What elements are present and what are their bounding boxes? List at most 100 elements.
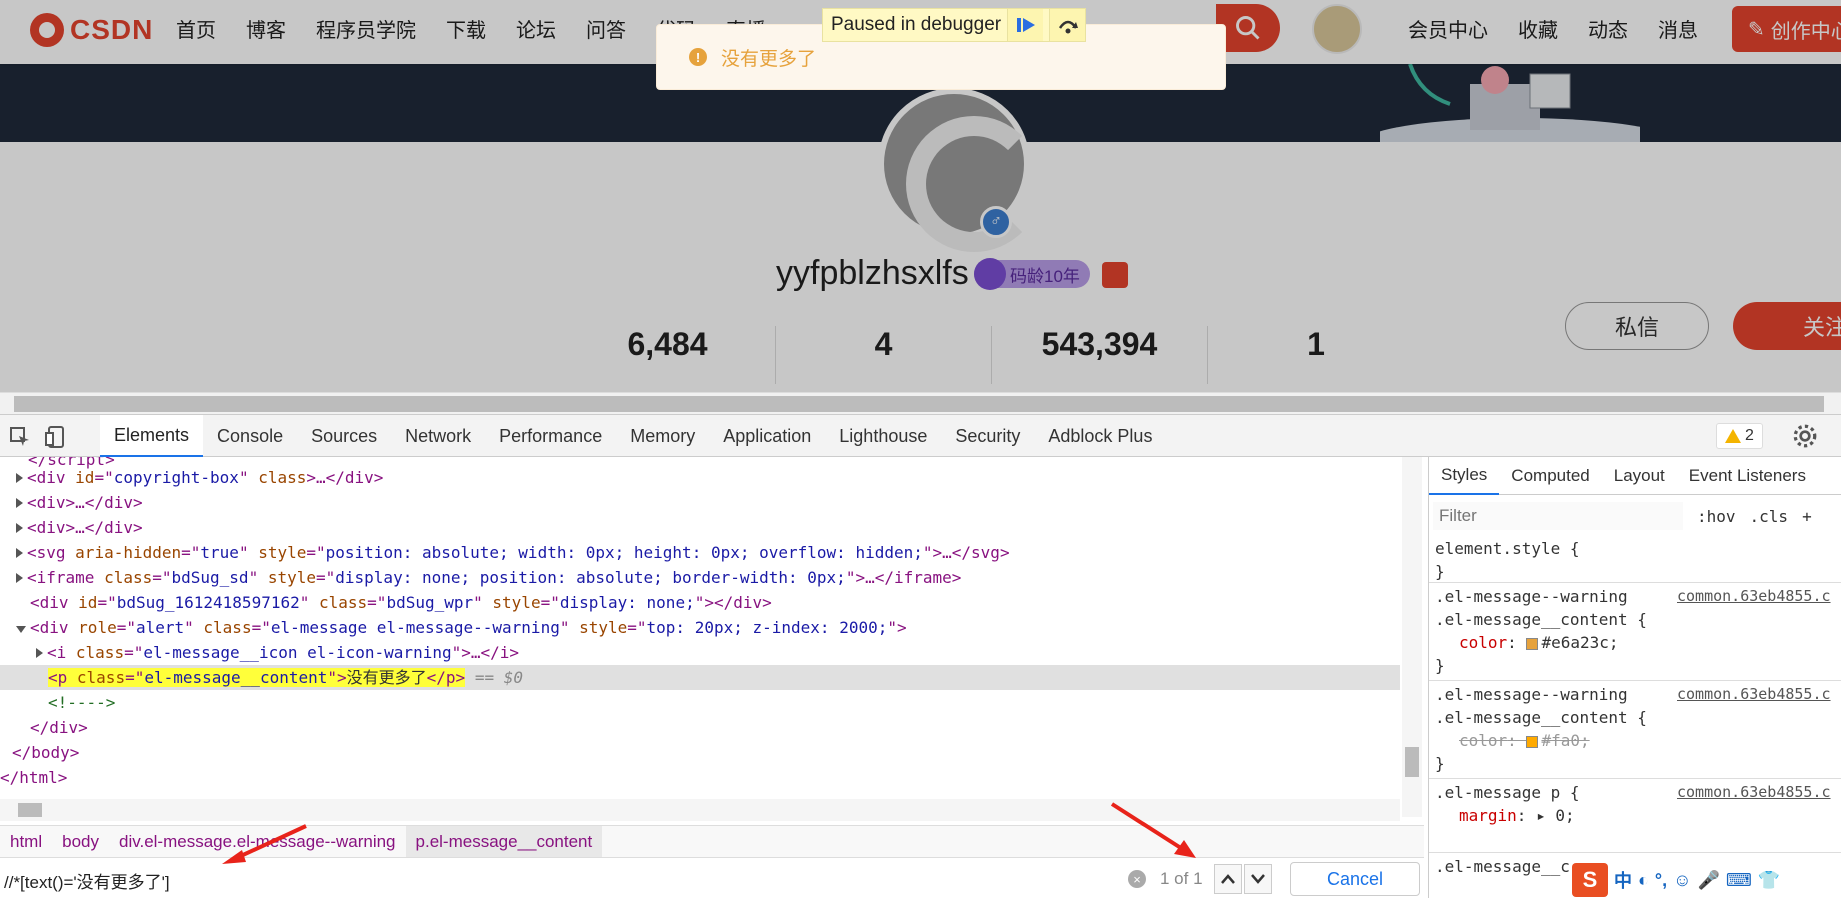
attr-value: copyright-box	[113, 468, 239, 487]
annotation-arrow-icon	[1110, 802, 1196, 858]
scrollbar-thumb[interactable]	[18, 803, 42, 817]
dom-node-icon[interactable]: <i class="el-message__icon el-icon-warni…	[36, 640, 1424, 665]
color-swatch[interactable]	[1526, 735, 1539, 748]
dom-node-close: </html>	[0, 768, 68, 787]
p-text: 没有更多了	[346, 668, 427, 687]
attr-value: el-message__content	[144, 668, 328, 687]
expand-arrow-icon[interactable]	[36, 648, 43, 658]
dom-node-div[interactable]: <div>…</div>	[16, 515, 1416, 540]
tab-memory[interactable]: Memory	[616, 415, 709, 457]
next-match-button[interactable]	[1244, 864, 1272, 894]
tab-lighthouse[interactable]: Lighthouse	[825, 415, 941, 457]
hover-state-toggle[interactable]: :hov	[1697, 507, 1736, 526]
xpath-search-input[interactable]: //*[text()='没有更多了']	[4, 868, 170, 893]
warnings-badge[interactable]: 2	[1716, 423, 1763, 449]
paused-in-debugger-bar: Paused in debugger	[822, 8, 1087, 42]
styles-filter-input[interactable]	[1433, 502, 1683, 530]
dom-node-comment[interactable]: <!---->	[48, 690, 1424, 715]
expand-arrow-icon[interactable]	[16, 473, 23, 483]
page-horizontal-scrollbar[interactable]	[0, 392, 1841, 414]
previous-match-button[interactable]	[1214, 864, 1242, 894]
expand-arrow-icon[interactable]	[16, 548, 23, 558]
step-over-button[interactable]	[1049, 9, 1086, 41]
keyboard-icon[interactable]: ⌨	[1726, 870, 1752, 891]
prop-name: margin	[1459, 806, 1517, 825]
debugger-label: Paused in debugger	[831, 14, 1002, 35]
sogou-logo-icon[interactable]: S	[1572, 863, 1608, 897]
microphone-icon[interactable]: 🎤	[1697, 870, 1719, 891]
cancel-button[interactable]: Cancel	[1290, 862, 1420, 896]
crumb-body[interactable]: body	[52, 826, 109, 858]
collapse-arrow-icon[interactable]	[16, 626, 26, 633]
dom-node-close: </body>	[12, 743, 80, 762]
attr-value: bdSug_1612418597162	[116, 593, 300, 612]
tab-elements[interactable]: Elements	[100, 415, 204, 457]
scrollbar-thumb[interactable]	[14, 396, 1824, 412]
attr-value: bdSug_wpr	[386, 593, 474, 612]
dom-node-div[interactable]: <div>…</div>	[16, 490, 1416, 515]
rule-warning-content: .el-message--warning .el-message__conten…	[1429, 585, 1841, 681]
element-breadcrumb: html body div.el-message.el-message--war…	[0, 825, 1424, 858]
find-bar: //*[text()='没有更多了'] × 1 of 1 Cancel	[0, 857, 1424, 898]
tab-security[interactable]: Security	[941, 415, 1034, 457]
screen: CSDN 首页 博客 程序员学院 下载 论坛 问答 代码 直播 会员中心 收藏 …	[0, 0, 1841, 898]
dom-node-alert[interactable]: <div role="alert" class="el-message el-m…	[16, 615, 1416, 640]
dom-node-iframe[interactable]: <iframe class="bdSug_sd" style="display:…	[16, 565, 1416, 590]
dom-node-selected-p[interactable]: <p class="el-message__content">没有更多了</p>…	[0, 665, 1400, 690]
resume-button[interactable]	[1007, 9, 1044, 41]
dom-node-svg[interactable]: <svg aria-hidden="true" style="position:…	[16, 540, 1416, 565]
annotation-arrow-icon	[222, 824, 307, 864]
device-toolbar-icon[interactable]	[44, 425, 68, 449]
inspect-element-icon[interactable]	[8, 425, 32, 449]
elements-vertical-scrollbar[interactable]	[1402, 457, 1422, 817]
devtools-toolbar: Elements Console Sources Network Perform…	[0, 415, 1841, 457]
dom-node-close: </div>	[30, 718, 88, 737]
devtools-tabs: Elements Console Sources Network Perform…	[100, 415, 1166, 457]
tab-application[interactable]: Application	[709, 415, 825, 457]
clear-icon[interactable]: ×	[1128, 870, 1146, 888]
tab-adblock-plus[interactable]: Adblock Plus	[1034, 415, 1166, 457]
chevron-down-icon	[1251, 874, 1265, 884]
add-rule-button[interactable]: +	[1802, 507, 1812, 526]
tab-sources[interactable]: Sources	[297, 415, 391, 457]
expand-arrow-icon[interactable]	[16, 523, 23, 533]
expand-arrow-icon[interactable]	[16, 573, 23, 583]
color-swatch[interactable]	[1526, 637, 1539, 650]
attr-value: position: absolute; width: 0px; height: …	[325, 543, 923, 562]
crumb-p[interactable]: p.el-message__content	[405, 825, 603, 858]
warning-count: 2	[1745, 427, 1754, 444]
class-toggle[interactable]: .cls	[1750, 507, 1789, 526]
rule-source-link[interactable]: common.63eb4855.c	[1677, 683, 1831, 706]
skin-icon[interactable]: 👕	[1758, 870, 1780, 891]
rule-source-link[interactable]: common.63eb4855.c	[1677, 781, 1831, 804]
expand-arrow-icon[interactable]	[16, 498, 23, 508]
tab-layout[interactable]: Layout	[1602, 457, 1677, 495]
tab-network[interactable]: Network	[391, 415, 485, 457]
tab-computed[interactable]: Computed	[1499, 457, 1601, 495]
crumb-html[interactable]: html	[0, 826, 52, 858]
emoji-icon[interactable]: ☺	[1673, 870, 1691, 891]
tab-console[interactable]: Console	[203, 415, 297, 457]
tab-event-listeners[interactable]: Event Listeners	[1677, 457, 1818, 495]
rule-declaration[interactable]: color: #e6a23c;	[1435, 631, 1841, 654]
attr-value: el-message el-message--warning	[270, 618, 560, 637]
rule-declaration[interactable]: margin: ▸ 0;	[1435, 804, 1841, 827]
prop-value: 0;	[1555, 806, 1575, 825]
ime-chinese-mode[interactable]: 中	[1614, 867, 1632, 893]
scrollbar-thumb[interactable]	[1405, 747, 1419, 777]
rule-element-style: element.style { }	[1429, 537, 1841, 583]
moon-icon[interactable]: ◐	[1638, 870, 1649, 891]
gear-icon[interactable]	[1792, 423, 1818, 449]
punctuation-icon[interactable]: °,	[1655, 870, 1667, 891]
selected-marker: == $0	[474, 668, 523, 687]
dom-node-copyright[interactable]: <div id="copyright-box" class>…</div>	[16, 465, 1416, 490]
rule-declaration[interactable]: color: #fa0;	[1435, 729, 1841, 752]
rule-selector: element.style {	[1435, 539, 1580, 558]
prop-name: color	[1459, 633, 1508, 652]
rule-source-link[interactable]: common.63eb4855.c	[1677, 585, 1831, 608]
prop-value: #e6a23c	[1541, 633, 1609, 652]
tab-performance[interactable]: Performance	[485, 415, 616, 457]
match-count: 1 of 1	[1160, 869, 1203, 888]
dom-node-bdsug[interactable]: <div id="bdSug_1612418597162" class="bdS…	[30, 590, 1424, 615]
tab-styles[interactable]: Styles	[1429, 457, 1500, 495]
